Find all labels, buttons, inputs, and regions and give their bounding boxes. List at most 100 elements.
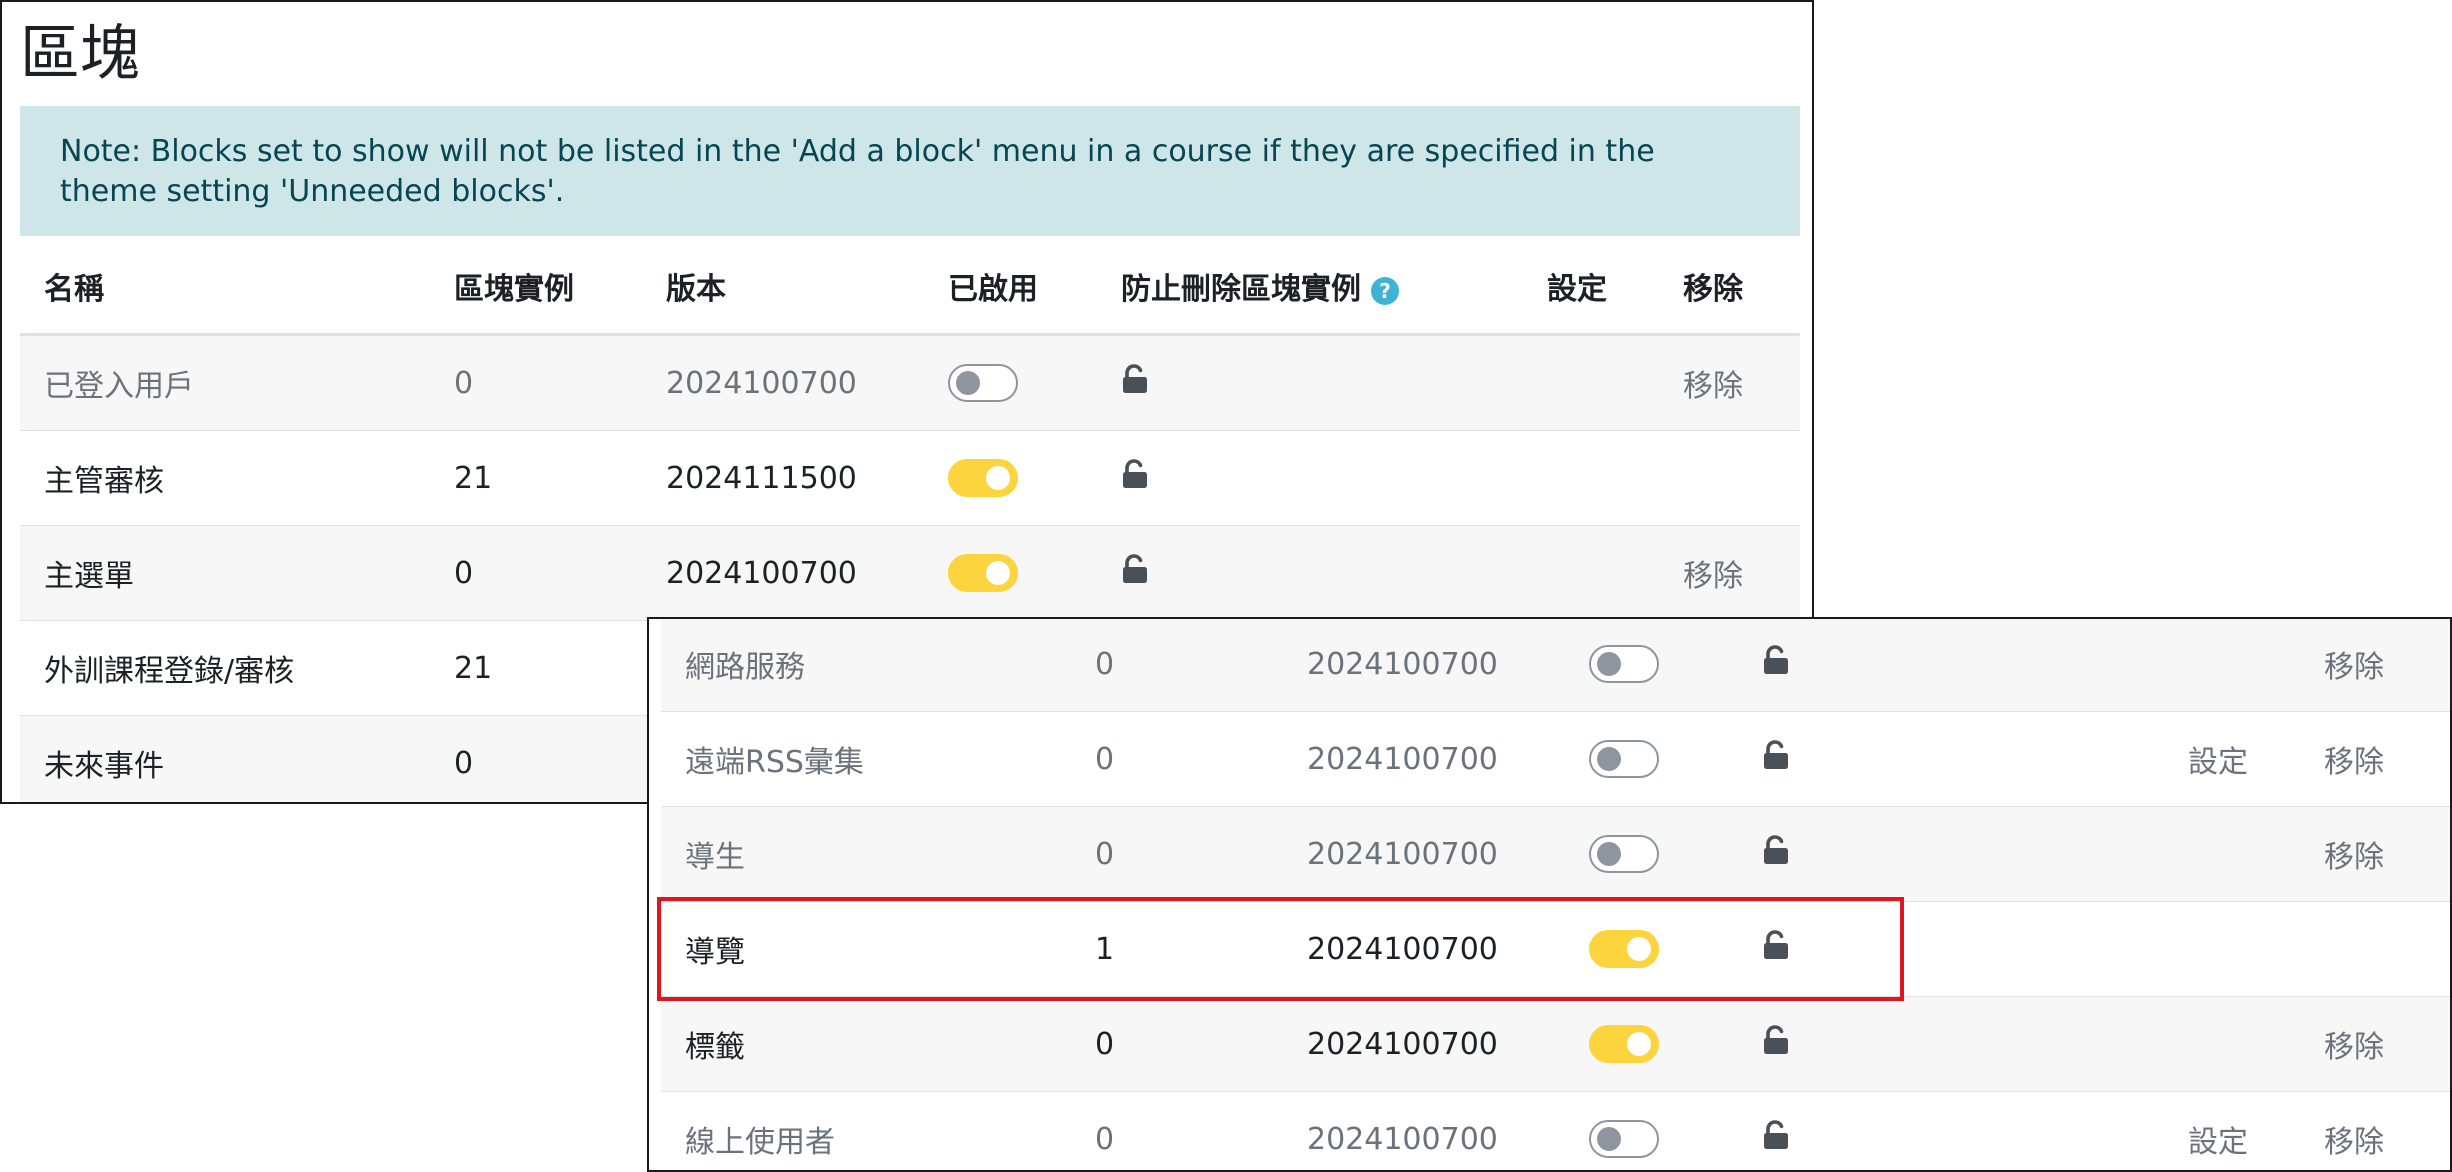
block-protect-cell	[1738, 1091, 2164, 1170]
lock-open-icon[interactable]	[1762, 1120, 1790, 1158]
table-row: 主選單 0 2024100700 移除	[20, 525, 1800, 621]
enable-toggle[interactable]	[1589, 930, 1659, 968]
header-instances: 區塊實例	[430, 239, 642, 336]
block-enabled-cell	[1565, 619, 1738, 712]
block-name: 遠端RSS彙集	[661, 711, 1071, 807]
header-name[interactable]: 名稱	[20, 239, 430, 336]
lock-open-icon[interactable]	[1762, 645, 1790, 683]
block-instances: 0	[1071, 711, 1283, 807]
block-version: 2024100700	[642, 525, 924, 621]
toggle-knob	[1597, 1127, 1621, 1151]
block-enabled-cell	[924, 525, 1097, 621]
block-uninstall-cell: 移除	[2300, 711, 2450, 807]
uninstall-link[interactable]: 移除	[1683, 369, 1743, 404]
uninstall-link[interactable]: 移除	[1683, 559, 1743, 594]
block-version: 2024100700	[1283, 619, 1565, 712]
block-enabled-cell	[1565, 806, 1738, 902]
enable-toggle[interactable]	[1589, 1025, 1659, 1063]
uninstall-link[interactable]: 移除	[2324, 745, 2384, 780]
uninstall-link[interactable]: 移除	[2324, 650, 2384, 685]
block-instances: 21	[430, 620, 642, 716]
table-row: 主管審核 21 2024111500	[20, 430, 1800, 526]
block-version: 2024100700	[1283, 901, 1565, 997]
table-row: 已登入用戶 0 2024100700 移除	[20, 334, 1800, 431]
block-protect-cell	[1738, 996, 2164, 1092]
toggle-knob	[956, 371, 980, 395]
block-version: 2024100700	[642, 334, 924, 431]
block-version: 2024100700	[1283, 806, 1565, 902]
help-icon[interactable]: ?	[1371, 276, 1399, 305]
blocks-zoom-panel: 網路服務 0 2024100700 移除 遠端RSS彙集 0 2024100700 設定 移除導…	[647, 617, 2452, 1172]
toggle-knob	[1627, 937, 1651, 961]
settings-link[interactable]: 設定	[2188, 1125, 2248, 1160]
block-settings-cell	[2164, 901, 2300, 997]
block-enabled-cell	[1565, 996, 1738, 1092]
block-instances: 0	[1071, 619, 1283, 712]
block-name: 外訓課程登錄/審核	[20, 620, 430, 716]
lock-open-icon[interactable]	[1762, 740, 1790, 778]
block-settings-cell: 設定	[2164, 1091, 2300, 1170]
block-instances: 21	[430, 430, 642, 526]
table-row: 線上使用者 0 2024100700 設定 移除	[661, 1091, 2450, 1170]
block-enabled-cell	[1565, 711, 1738, 807]
uninstall-link[interactable]: 移除	[2324, 1125, 2384, 1160]
header-settings: 設定	[1523, 239, 1659, 336]
block-settings-cell	[1523, 525, 1659, 621]
block-name: 導覽	[661, 901, 1071, 997]
enable-toggle[interactable]	[1589, 740, 1659, 778]
lock-open-icon[interactable]	[1762, 1025, 1790, 1063]
block-protect-cell	[1738, 619, 2164, 712]
block-enabled-cell	[924, 430, 1097, 526]
block-instances: 0	[430, 334, 642, 431]
enable-toggle[interactable]	[948, 364, 1018, 402]
lock-open-icon[interactable]	[1762, 930, 1790, 968]
block-name: 導生	[661, 806, 1071, 902]
uninstall-link[interactable]: 移除	[2324, 1030, 2384, 1065]
header-protect-label: 防止刪除區塊實例	[1121, 272, 1361, 307]
block-uninstall-cell: 移除	[1659, 334, 1800, 431]
enable-toggle[interactable]	[1589, 835, 1659, 873]
block-protect-cell	[1097, 430, 1523, 526]
block-version: 2024100700	[1283, 996, 1565, 1092]
header-uninstall: 移除	[1659, 239, 1800, 336]
enable-toggle[interactable]	[948, 459, 1018, 497]
toggle-knob	[986, 466, 1010, 490]
enable-toggle[interactable]	[1589, 645, 1659, 683]
block-version: 2024100700	[1283, 711, 1565, 807]
block-name: 主管審核	[20, 430, 430, 526]
toggle-knob	[986, 561, 1010, 585]
uninstall-link[interactable]: 移除	[2324, 840, 2384, 875]
block-uninstall-cell: 移除	[2300, 619, 2450, 712]
header-version: 版本	[642, 239, 924, 336]
block-protect-cell	[1738, 901, 2164, 997]
toggle-knob	[1597, 747, 1621, 771]
block-settings-cell	[2164, 619, 2300, 712]
block-name: 未來事件	[20, 715, 430, 802]
settings-link[interactable]: 設定	[2188, 745, 2248, 780]
block-name: 線上使用者	[661, 1091, 1071, 1170]
header-enabled: 已啟用	[924, 239, 1097, 336]
block-version: 2024100700	[1283, 1091, 1565, 1170]
page-title: 區塊	[20, 19, 140, 89]
block-protect-cell	[1738, 711, 2164, 807]
block-settings-cell	[2164, 996, 2300, 1092]
block-settings-cell	[1523, 430, 1659, 526]
lock-open-icon[interactable]	[1121, 554, 1149, 592]
enable-toggle[interactable]	[1589, 1120, 1659, 1158]
block-protect-cell	[1738, 806, 2164, 902]
enable-toggle[interactable]	[948, 554, 1018, 592]
lock-open-icon[interactable]	[1762, 835, 1790, 873]
block-instances: 0	[1071, 1091, 1283, 1170]
lock-open-icon[interactable]	[1121, 364, 1149, 402]
lock-open-icon[interactable]	[1121, 459, 1149, 497]
block-protect-cell	[1097, 334, 1523, 431]
toggle-knob	[1597, 652, 1621, 676]
notice-box: Note: Blocks set to show will not be lis…	[20, 106, 1800, 236]
block-version: 2024111500	[642, 430, 924, 526]
zoom-table-body: 網路服務 0 2024100700 移除 遠端RSS彙集 0 2024100700 設定 移除導…	[661, 619, 2450, 1170]
block-uninstall-cell	[1659, 430, 1800, 526]
block-name: 標籤	[661, 996, 1071, 1092]
table-row: 標籤 0 2024100700 移除	[661, 996, 2450, 1092]
table-row: 導覽 1 2024100700	[661, 901, 2450, 997]
blocks-table-zoom: 網路服務 0 2024100700 移除 遠端RSS彙集 0 2024100700 設定 移除導…	[661, 619, 2450, 1170]
